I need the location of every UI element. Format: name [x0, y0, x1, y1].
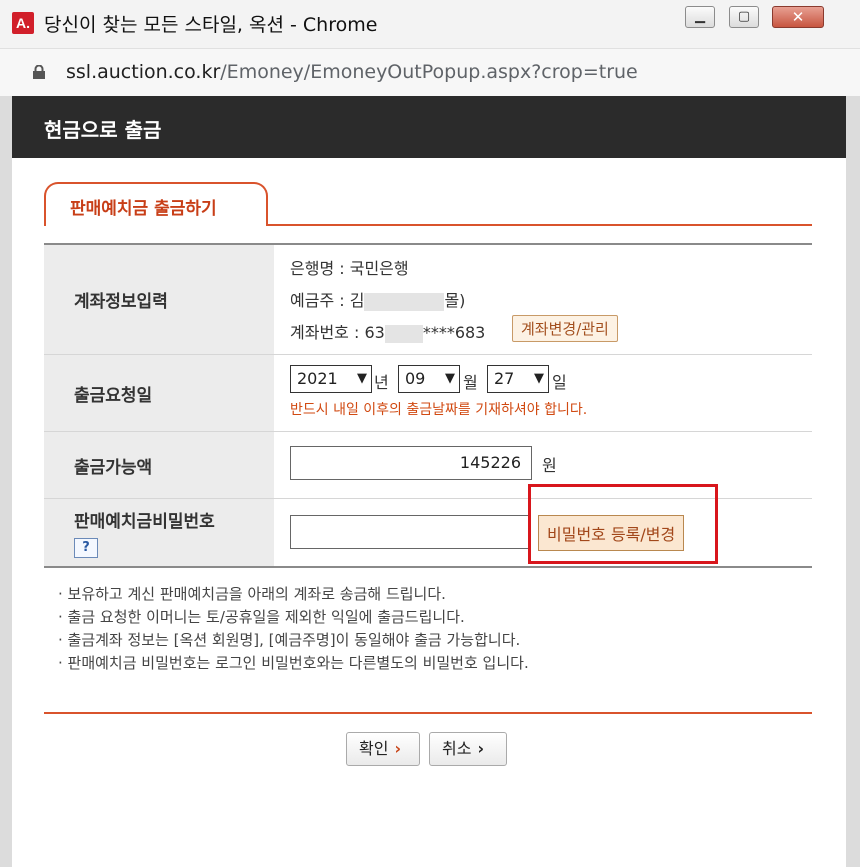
url-host: ssl.auction.co.kr	[66, 61, 221, 83]
page-header: 현금으로 출금	[12, 96, 846, 158]
month-unit: 월	[463, 373, 478, 392]
masked-region	[384, 324, 423, 343]
minimize-button[interactable]: ▁	[685, 6, 715, 28]
month-select[interactable]: 09 ▼	[398, 365, 460, 393]
minimize-icon: ▁	[695, 9, 705, 24]
deposit-password-label: 판매예치금비밀번호	[74, 512, 215, 532]
window-title: 당신이 찾는 모든 스타일, 옥션 - Chrome	[44, 14, 378, 36]
address-bar[interactable]: ssl.auction.co.kr/Emoney/EmoneyOutPopup.…	[0, 48, 860, 97]
year-value: 2021	[297, 369, 338, 388]
tab-row: 판매예치금 출금하기	[44, 182, 812, 228]
account-info-value: 은행명 : 국민은행 예금주 : 김 몰) 계좌번호 : 63 ****683 계좌…	[274, 245, 812, 354]
auction-logo-icon: A.	[12, 12, 34, 34]
url-path: /Emoney/EmoneyOutPopup.aspx?crop=true	[220, 61, 638, 83]
chevron-down-icon: ▼	[534, 371, 544, 386]
available-amount-label: 출금가능액	[44, 432, 274, 498]
account-number-text: 계좌번호 : 63 ****683	[290, 319, 485, 343]
day-unit: 일	[552, 373, 567, 392]
account-holder-suffix: 몰)	[444, 291, 466, 310]
window-titlebar: A. 당신이 찾는 모든 스타일, 옥션 - Chrome ▁ ▢ ✕	[0, 0, 860, 48]
account-holder-prefix: 예금주 : 김	[290, 291, 365, 310]
cancel-label: 취소	[442, 739, 472, 758]
amount-input[interactable]: 145226	[290, 446, 532, 480]
won-unit: 원	[542, 456, 557, 475]
url-text[interactable]: ssl.auction.co.kr/Emoney/EmoneyOutPopup.…	[66, 61, 638, 83]
withdraw-date-value: 2021 ▼ 년 09 ▼ 월 27 ▼ 일 반드시 내일 이후의 출금날짜를 기재하…	[274, 355, 812, 431]
account-info-row: 계좌정보입력 은행명 : 국민은행 예금주 : 김 몰) 계좌번호 : 63 ***…	[44, 245, 812, 355]
confirm-label: 확인	[359, 739, 389, 758]
month-value: 09	[405, 369, 426, 388]
password-input[interactable]	[290, 515, 530, 549]
notice-item: · 보유하고 계신 판매예치금을 아래의 계좌로 송금해 드립니다.	[58, 585, 446, 603]
chevron-right-icon: ›	[394, 739, 402, 758]
masked-region	[364, 292, 445, 311]
account-holder-text: 예금주 : 김 몰)	[290, 287, 465, 311]
close-icon: ✕	[791, 8, 805, 26]
withdraw-date-row: 출금요청일 2021 ▼ 년 09 ▼ 월 27 ▼ 일 반드시 내일 이후의 출금날…	[44, 355, 812, 432]
highlight-annotation	[528, 484, 718, 564]
notice-list: · 보유하고 계신 판매예치금을 아래의 계좌로 송금해 드립니다. · 출금 …	[58, 583, 818, 675]
page-title: 현금으로 출금	[44, 118, 162, 142]
tab-underline	[268, 224, 812, 226]
chevron-down-icon: ▼	[357, 371, 367, 386]
notice-item: · 출금 요청한 이머니는 토/공휴일을 제외한 익일에 출금드립니다.	[58, 608, 465, 626]
help-icon[interactable]: ?	[74, 538, 98, 558]
close-button[interactable]: ✕	[772, 6, 824, 28]
confirm-button[interactable]: 확인 ›	[346, 732, 420, 766]
window-border-left	[0, 96, 12, 867]
lock-icon	[33, 65, 45, 79]
withdraw-date-label: 출금요청일	[44, 355, 274, 431]
year-select[interactable]: 2021 ▼	[290, 365, 372, 393]
maximize-icon: ▢	[737, 9, 751, 24]
cancel-button[interactable]: 취소 ›	[429, 732, 507, 766]
notice-item: · 판매예치금 비밀번호는 로그인 비밀번호와는 다른별도의 비밀번호 입니다.	[58, 654, 529, 672]
year-unit: 년	[374, 373, 389, 392]
notice-item: · 출금계좌 정보는 [옥션 회원명], [예금주명]이 동일해야 출금 가능합…	[58, 631, 521, 649]
change-account-button[interactable]: 계좌변경/관리	[512, 315, 618, 342]
date-warning-text: 반드시 내일 이후의 출금날짜를 기재하셔야 합니다.	[290, 402, 588, 418]
account-info-label: 계좌정보입력	[44, 245, 274, 354]
popup-page: 현금으로 출금 판매예치금 출금하기 계좌정보입력 은행명 : 국민은행 예금주…	[12, 96, 846, 867]
divider	[44, 712, 812, 714]
account-number-prefix: 계좌번호 : 63	[290, 323, 385, 342]
window-border-right	[846, 96, 860, 867]
chevron-right-icon: ›	[477, 739, 485, 758]
maximize-button[interactable]: ▢	[729, 6, 759, 28]
chevron-down-icon: ▼	[445, 371, 455, 386]
deposit-password-label-cell: 판매예치금비밀번호 ?	[44, 499, 274, 566]
account-number-suffix: ****683	[422, 323, 486, 342]
bank-name-text: 은행명 : 국민은행	[290, 259, 409, 278]
day-select[interactable]: 27 ▼	[487, 365, 549, 393]
tab-withdraw-deposit[interactable]: 판매예치금 출금하기	[44, 182, 268, 226]
tab-label: 판매예치금 출금하기	[70, 199, 217, 219]
day-value: 27	[494, 369, 515, 388]
